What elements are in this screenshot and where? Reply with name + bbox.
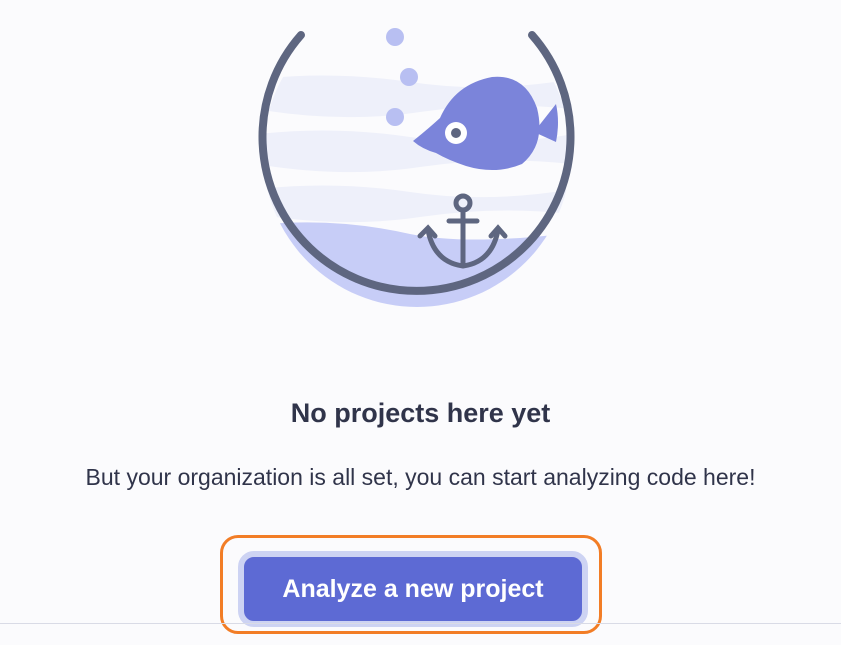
empty-state-title: No projects here yet [290, 398, 551, 428]
fishbowl-icon [258, 20, 575, 307]
empty-projects-page: No projects here yet But your organizati… [0, 0, 841, 645]
analyze-new-project-button[interactable]: Analyze a new project [238, 551, 588, 627]
divider [0, 623, 841, 624]
empty-state-description: But your organization is all set, you ca… [85, 464, 756, 490]
bowl-water [263, 20, 571, 307]
